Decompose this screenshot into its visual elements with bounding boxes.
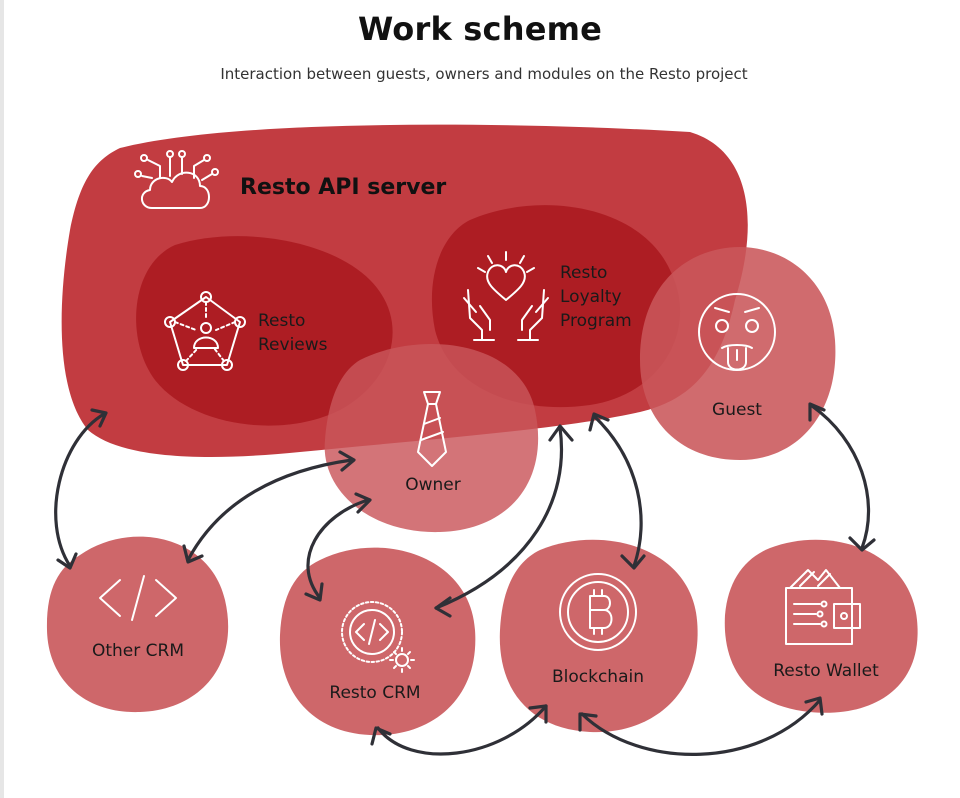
blockchain-area [499, 539, 698, 733]
other-crm-label: Other CRM [92, 641, 184, 661]
resto-crm-label: Resto CRM [329, 683, 420, 703]
owner-label: Owner [405, 475, 461, 495]
resto-loyalty-label-line3: Program [560, 311, 632, 331]
resto-loyalty-label-line2: Loyalty [560, 287, 622, 307]
arrow-guest-wallet [808, 402, 876, 552]
resto-wallet-area [724, 539, 918, 713]
resto-reviews-label-line2: Reviews [258, 335, 328, 355]
resto-loyalty-label-line1: Resto [560, 263, 607, 283]
work-scheme-diagram: Resto API server Resto Reviews Resto Loy… [46, 124, 918, 756]
resto-wallet-label: Resto Wallet [773, 661, 879, 681]
guest-label: Guest [712, 400, 762, 420]
resto-api-server-label: Resto API server [240, 175, 446, 200]
resto-reviews-label-line1: Resto [258, 311, 305, 331]
other-crm-area [46, 536, 229, 713]
blockchain-label: Blockchain [552, 667, 644, 687]
